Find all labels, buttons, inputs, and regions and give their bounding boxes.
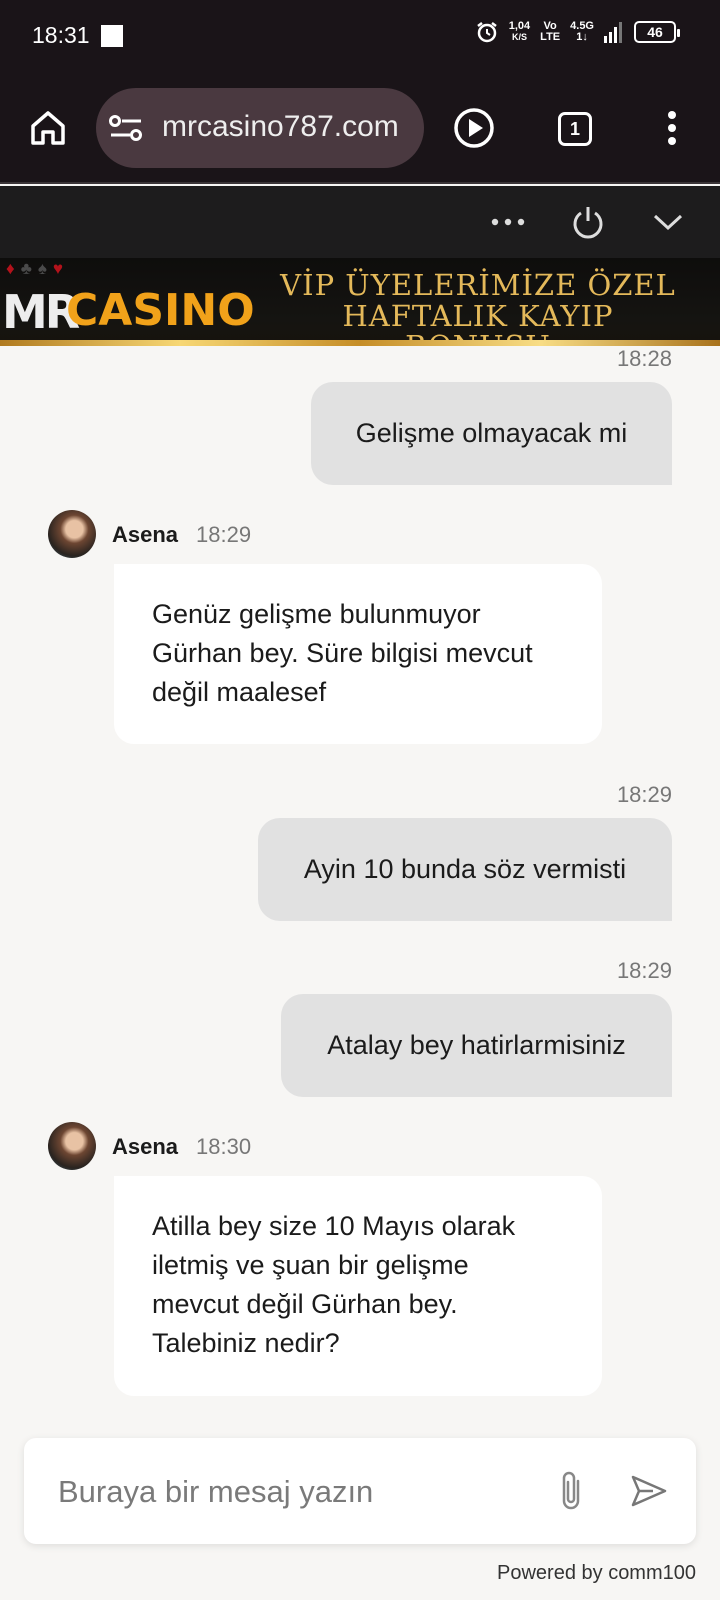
agent-name: Asena [112,522,179,547]
volte-bottom: LTE [540,31,561,43]
message-time: 18:29 [196,522,252,547]
message-text: Atalay bey hatirlarmisiniz [327,1030,626,1060]
logo-casino: CASINO [66,285,255,336]
chevron-down-icon[interactable] [648,206,688,238]
status-time: 18:31 [32,22,90,48]
browser-toolbar: mrcasino787.com 1 [0,72,720,184]
send-icon[interactable] [626,1468,672,1514]
alarm-icon [477,22,497,43]
message-placeholder[interactable]: Buraya bir mesaj yazın [58,1474,373,1510]
message-line: Atilla bey size 10 Mayıs olarak [152,1211,516,1241]
net-speed-unit: K/S [511,32,527,42]
net-speed-value: 1,04 [508,20,531,32]
battery-level: 46 [647,24,663,40]
message-line: Genüz gelişme bulunmuyor [152,599,481,629]
message-text: Ayin 10 bunda söz vermisti [303,854,627,884]
network-type: 4.5G 1↓ [570,21,594,43]
status-bar: 18:31 1,04 K/S Vo LTE 4.5G 1↓ 46 [0,0,720,72]
site-settings-icon[interactable] [108,110,144,146]
user-message: Ayin 10 bunda söz vermisti [258,818,672,921]
attach-icon[interactable] [548,1466,594,1516]
message-line: Talebiniz nedir? [152,1328,340,1358]
message-line: mevcut değil Gürhan bey. [152,1289,458,1319]
chat-header [0,186,720,258]
promo-banner[interactable]: ♦♣♠♥ MR CASINO VİP ÜYELERİMİZE ÖZEL HAFT… [0,258,720,346]
message-time: 18:29 [616,958,672,983]
message-text: Gelişme olmayacak mi [355,418,628,448]
powered-by[interactable]: Powered by comm100 [497,1562,696,1585]
agent-message: Genüz gelişme bulunmuyor Gürhan bey. Sür… [114,564,602,744]
tab-count: 1 [569,118,580,139]
message-line: değil maalesef [152,677,327,707]
notification-square-icon [101,25,123,47]
message-time: 18:29 [616,782,672,807]
user-message: Gelişme olmayacak mi [311,382,672,485]
card-suits-icon: ♦♣♠♥ [6,259,69,278]
signal-icon [604,22,622,43]
url-text[interactable]: mrcasino787.com [162,110,412,144]
status-icons: 1,04 K/S Vo LTE 4.5G 1↓ 46 [475,20,680,44]
user-message: Atalay bey hatirlarmisiniz [281,994,672,1097]
message-time: 18:30 [196,1134,252,1159]
agent-avatar [48,510,96,558]
power-icon[interactable] [568,202,608,242]
banner-gold-divider [0,340,720,346]
agent-avatar [48,1122,96,1170]
play-icon[interactable] [452,106,496,150]
message-line: iletmiş ve şuan bir gelişme [152,1250,469,1280]
message-input[interactable]: Buraya bir mesaj yazın [24,1438,696,1544]
banner-headline-1: VİP ÜYELERİMİZE ÖZEL [280,268,676,302]
agent-name: Asena [112,1134,179,1159]
home-icon[interactable] [26,106,70,150]
more-options-icon[interactable] [488,204,528,240]
message-line: Gürhan bey. Süre bilgisi mevcut [152,638,533,668]
battery-icon: 46 [634,21,680,43]
net-speed: 1,04 K/S [509,21,530,43]
menu-icon[interactable] [652,108,692,148]
network-bottom: 1↓ [576,31,588,43]
volte-indicator: Vo LTE [540,21,560,43]
agent-message: Atilla bey size 10 Mayıs olarak iletmiş … [114,1176,602,1396]
tabs-icon[interactable]: 1 [558,112,592,146]
message-time: 18:28 [616,346,672,371]
